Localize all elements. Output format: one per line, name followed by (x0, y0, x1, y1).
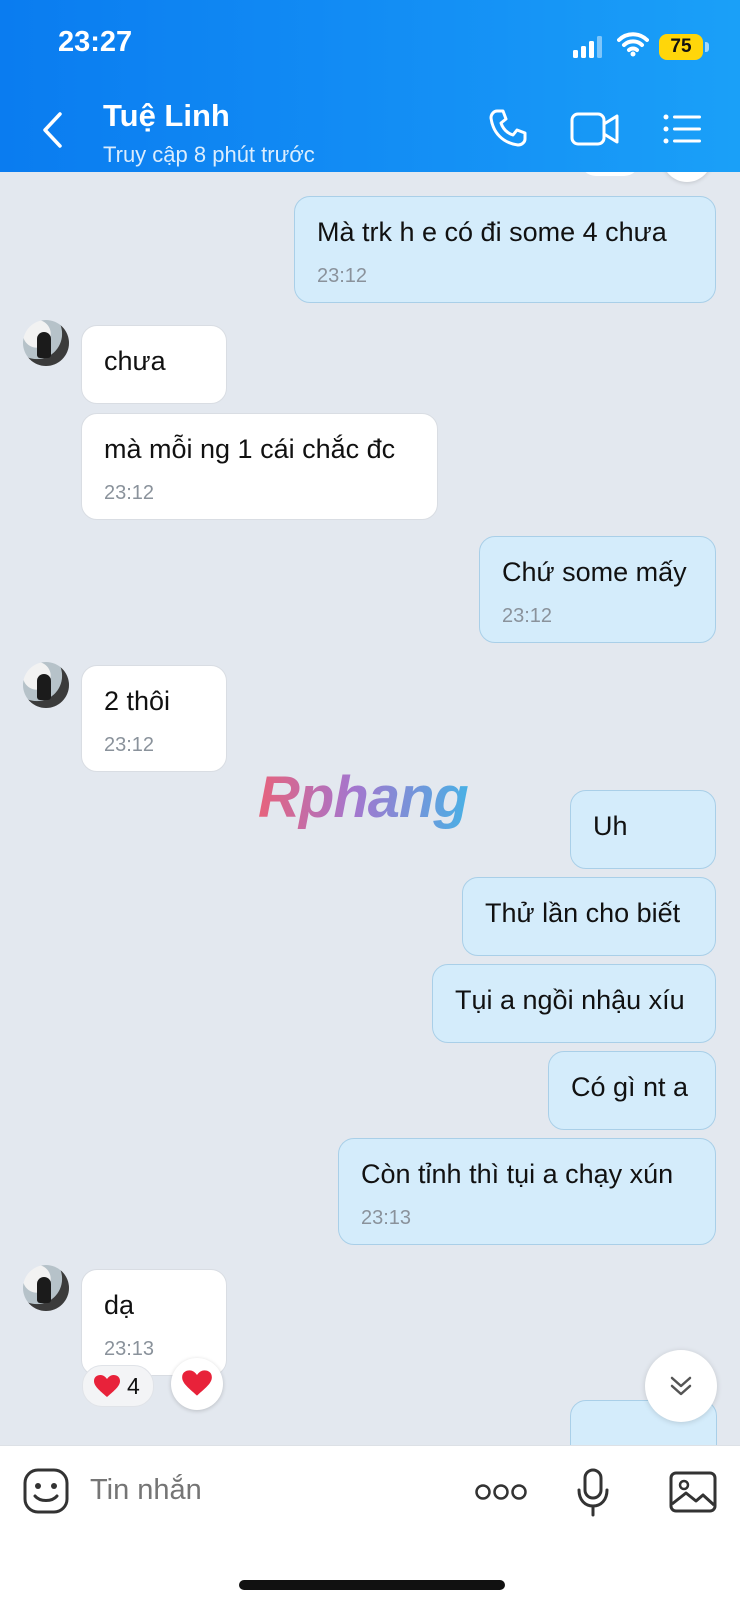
message-time: 23:12 (104, 482, 155, 504)
reaction-summary[interactable]: 4 (82, 1365, 154, 1407)
message-text: Uh (593, 811, 628, 841)
message-bubble-incoming[interactable]: mà mỗi ng 1 cái chắc đc 23:12 (81, 413, 438, 520)
message-bubble-outgoing[interactable]: Uh (570, 790, 716, 869)
message-text: Thử lần cho biết (485, 898, 681, 928)
message-input-bar (0, 1445, 740, 1601)
cellular-signal-icon (573, 36, 602, 58)
more-options-icon[interactable] (475, 1482, 527, 1502)
message-text: Tụi a ngồi nhậu xíu (455, 985, 685, 1015)
reaction-count: 4 (127, 1373, 140, 1399)
message-text: Còn tỉnh thì tụi a chạy xún (361, 1159, 674, 1189)
image-gallery-icon[interactable] (669, 1471, 717, 1513)
partial-reaction (580, 172, 640, 176)
message-bubble-outgoing[interactable]: Thử lần cho biết (462, 877, 716, 956)
message-text: Có gì nt a (571, 1072, 689, 1102)
message-bubble-outgoing[interactable]: Có gì nt a (548, 1051, 716, 1130)
phone-call-icon[interactable] (488, 108, 528, 148)
back-arrow-icon[interactable] (40, 112, 66, 148)
message-text: chưa (104, 346, 166, 376)
message-time: 23:12 (502, 605, 553, 627)
status-time: 23:27 (58, 26, 133, 58)
avatar[interactable] (23, 662, 69, 708)
message-bubble-incoming[interactable]: chưa (81, 325, 227, 404)
heart-icon (182, 1370, 212, 1396)
sticker-emoji-icon[interactable] (23, 1468, 69, 1514)
battery-indicator: 75 (659, 34, 703, 60)
wifi-icon (617, 32, 649, 57)
menu-list-icon[interactable] (663, 114, 703, 144)
message-bubble-outgoing[interactable]: Chứ some mấy 23:12 (479, 536, 716, 643)
chat-header: 23:27 75 Tuệ Linh Truy cập 8 phút trước (0, 0, 740, 172)
avatar[interactable] (23, 1265, 69, 1311)
message-text: Mà trk h e có đi some 4 chưa (317, 217, 667, 247)
home-indicator (239, 1580, 505, 1590)
message-text: 2 thôi (104, 686, 171, 716)
battery-tip (705, 42, 709, 52)
partial-react-button[interactable] (662, 172, 712, 182)
microphone-icon[interactable] (576, 1468, 610, 1518)
contact-name[interactable]: Tuệ Linh (103, 98, 230, 134)
message-bubble-outgoing[interactable]: Mà trk h e có đi some 4 chưa 23:12 (294, 196, 716, 303)
message-time: 23:13 (361, 1207, 412, 1229)
message-time: 23:13 (104, 1338, 155, 1360)
double-chevron-down-icon (670, 1376, 692, 1396)
message-text: Chứ some mấy (502, 557, 687, 587)
message-bubble-incoming[interactable]: 2 thôi 23:12 (81, 665, 227, 772)
message-input[interactable] (90, 1474, 420, 1507)
message-text: mà mỗi ng 1 cái chắc đc (104, 434, 396, 464)
react-button[interactable] (171, 1358, 223, 1410)
video-call-icon[interactable] (570, 112, 620, 146)
heart-icon (94, 1375, 120, 1397)
scroll-to-bottom-button[interactable] (645, 1350, 717, 1422)
message-time: 23:12 (104, 734, 155, 756)
message-bubble-outgoing[interactable]: Còn tỉnh thì tụi a chạy xún 23:13 (338, 1138, 716, 1245)
message-bubble-outgoing[interactable]: Tụi a ngồi nhậu xíu (432, 964, 716, 1043)
contact-last-seen: Truy cập 8 phút trước (103, 142, 315, 167)
watermark-logo: Rphang (258, 765, 469, 830)
message-list[interactable]: Mà trk h e có đi some 4 chưa 23:12 chưa … (0, 172, 740, 1445)
message-text: dạ (104, 1290, 135, 1320)
avatar[interactable] (23, 320, 69, 366)
message-time: 23:12 (317, 265, 368, 287)
